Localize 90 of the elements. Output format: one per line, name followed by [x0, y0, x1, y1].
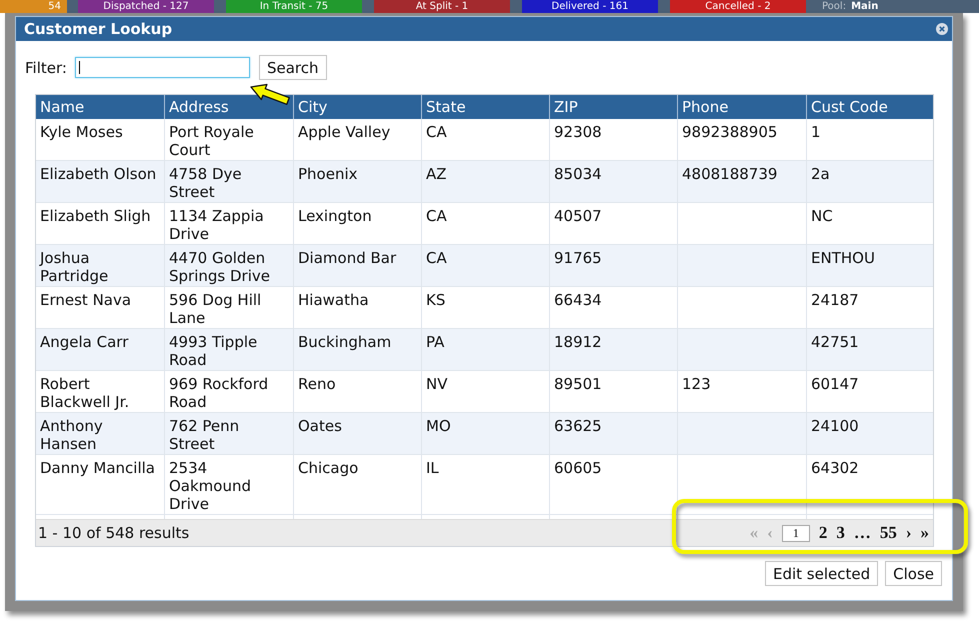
table-cell: 92308 [549, 119, 677, 160]
table-cell-text: Anthony Hansen [39, 416, 104, 454]
table-cell: 1 [806, 119, 933, 160]
table-row[interactable]: Robert Blackwell Jr. 969 Rockford Road Reno NV 89501 123 60147 [36, 371, 933, 413]
table-cell-text: Ernest Nava [39, 290, 132, 311]
table-cell: MO [421, 413, 549, 454]
table-cell: 42751 [806, 329, 933, 370]
table-row[interactable]: Elizabeth Sligh 1134 Zappia Drive Lexington CA 40507 NC [36, 203, 933, 245]
next-page-button[interactable]: › [906, 523, 912, 543]
table-cell: Chicago [293, 455, 421, 514]
table-cell: Oates [293, 413, 421, 454]
table-cell: CA [421, 245, 549, 286]
table-cell: Reno [293, 371, 421, 412]
status-tab[interactable]: Delivered - 161 [522, 0, 658, 13]
table-row[interactable]: Joshua Partridge 4470 Golden Springs Drive Diamond Bar CA 91765 ENTHOU [36, 245, 933, 287]
table-cell: Buckingham [293, 329, 421, 370]
table-cell: 64302 [806, 455, 933, 514]
search-button[interactable]: Search [258, 55, 326, 80]
table-cell: 4993 Tipple Road [164, 329, 293, 370]
table-cell-text: Danny Mancilla [39, 458, 156, 479]
table-cell: 18912 [549, 329, 677, 370]
table-cell: 91765 [549, 245, 677, 286]
table-cell: AZ [421, 161, 549, 202]
table-cell: 596 Dog Hill Lane [164, 287, 293, 328]
pool-value: Main [851, 0, 878, 13]
close-button[interactable]: Close [885, 561, 942, 586]
table-cell-text: Joshua Partridge [38, 248, 110, 286]
status-tab[interactable]: Cancelled - 2 [670, 0, 806, 13]
close-icon[interactable] [936, 23, 948, 35]
table-row[interactable]: Kyle Moses Port Royale Court Apple Valley CA 92308 9892388905 1 [36, 119, 933, 161]
table-cell-text: Robert Blackwell Jr. [39, 374, 130, 412]
page-link[interactable]: 2 [818, 523, 828, 543]
table-cell: 63625 [549, 413, 677, 454]
table-cell: 85034 [549, 161, 677, 202]
page-link[interactable]: … [854, 523, 871, 543]
table-row[interactable]: Anthony Hansen 762 Penn Street Oates MO 63625 24100 [36, 413, 933, 455]
table-row[interactable]: Angela Carr 4993 Tipple Road Buckingham PA 18912 42751 [36, 329, 933, 371]
current-page-field[interactable]: 1 [782, 524, 810, 542]
table-cell: 4758 Dye Street [164, 161, 293, 202]
table-cell: NV [421, 371, 549, 412]
table-cell: CA [421, 119, 549, 160]
table-cell-text: Elizabeth Olson [39, 164, 158, 185]
column-header: Name [39, 97, 86, 118]
table-row[interactable]: Danny Mancilla 2534 Oakmound Drive Chicago IL 60605 64302 [36, 455, 933, 515]
table-cell: 40507 [549, 203, 677, 244]
table-cell: Lexington [293, 203, 421, 244]
table-cell-text: Elizabeth Sligh [39, 206, 152, 227]
table-cell: 1134 Zappia Drive [164, 203, 293, 244]
table-cell-text: Kyle Moses [39, 122, 124, 143]
table-cell: KS [421, 287, 549, 328]
pool-label: Pool: [822, 0, 846, 13]
table-cell: IL [421, 455, 549, 514]
table-cell: 123 [677, 371, 806, 412]
dialog-title: Customer Lookup [24, 20, 174, 38]
table-cell: 9892388905 [677, 119, 806, 160]
table-cell: 2a [806, 161, 933, 202]
table-cell-text: Angela Carr [39, 332, 130, 353]
table-cell: 4470 Golden Springs Drive [164, 245, 293, 286]
table-cell: Apple Valley [293, 119, 421, 160]
table-cell: 762 Penn Street [164, 413, 293, 454]
table-cell: Hiawatha [293, 287, 421, 328]
table-cell: Diamond Bar [293, 245, 421, 286]
table-cell: Phoenix [293, 161, 421, 202]
annotation-arrow [250, 84, 290, 105]
table-cell: 60147 [806, 371, 933, 412]
status-tab[interactable]: At Split - 1 [374, 0, 510, 13]
table-cell: Port Royale Court [164, 119, 293, 160]
status-tab[interactable]: Dispatched - 127 [78, 0, 214, 13]
results-summary: 1 - 10 of 548 results [38, 524, 190, 542]
edit-selected-button[interactable]: Edit selected [764, 561, 878, 586]
table-cell: 24100 [806, 413, 933, 454]
table-cell: 60605 [549, 455, 677, 514]
table-row[interactable]: Ernest Nava 596 Dog Hill Lane Hiawatha KS 66434 24187 [36, 287, 933, 329]
filter-field[interactable] [74, 57, 250, 78]
table-cell: ENTHOU [806, 245, 933, 286]
table-cell: 4808188739 [677, 161, 806, 202]
table-cell: 89501 [549, 371, 677, 412]
table-cell: PA [421, 329, 549, 370]
table-cell: 66434 [549, 287, 677, 328]
page-link[interactable]: 3 [836, 523, 845, 543]
table-cell: 24187 [806, 287, 933, 328]
status-tab[interactable]: In Transit - 75 [226, 0, 362, 13]
table-cell: NC [806, 203, 933, 244]
table-cell: CA [421, 203, 549, 244]
table-row[interactable]: Elizabeth Olson 4758 Dye Street Phoenix AZ 85034 4808188739 2a [36, 161, 933, 203]
table-cell: 2534 Oakmound Drive [164, 455, 293, 514]
page-link[interactable]: 55 [880, 523, 897, 543]
filter-label: Filter: [25, 58, 67, 76]
table-cell: 969 Rockford Road [164, 371, 293, 412]
last-page-button[interactable]: » [920, 523, 929, 543]
